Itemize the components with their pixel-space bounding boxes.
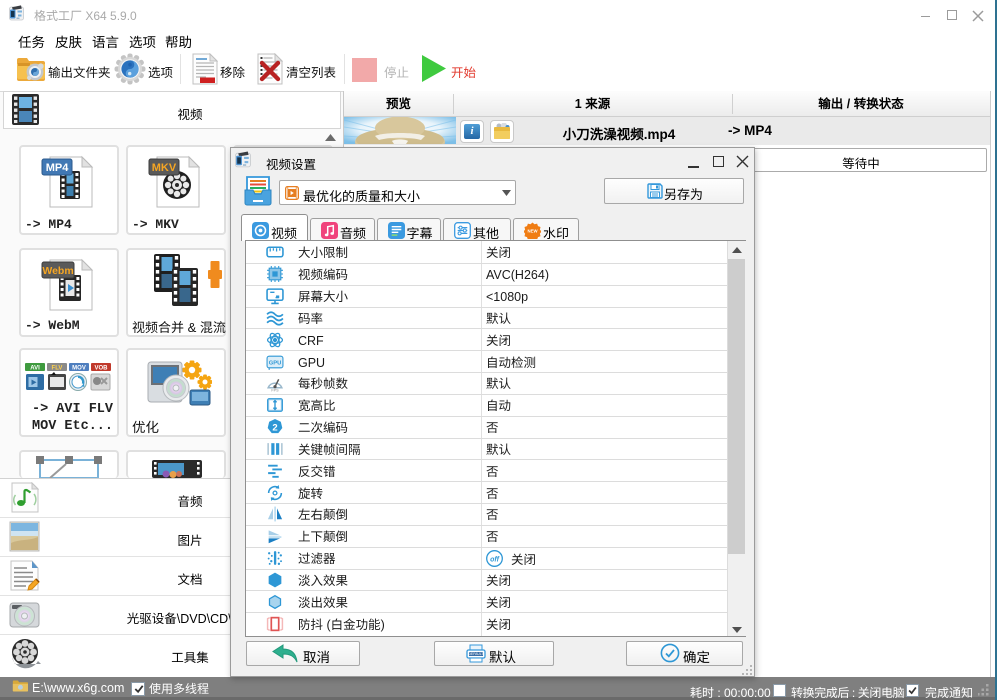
svg-text:FPS: FPS [271,389,279,393]
svg-text:MKV: MKV [152,162,177,174]
svg-text:GPU: GPU [269,360,282,366]
svg-text:DEFAULT: DEFAULT [468,652,483,656]
svg-text:NEW: NEW [527,228,538,233]
svg-text:2: 2 [272,423,277,434]
svg-text:MP4: MP4 [46,162,70,174]
svg-text:Webm: Webm [42,265,73,277]
svg-text:off: off [490,557,499,564]
svg-text:AVI: AVI [30,366,40,372]
svg-text:MOV: MOV [72,366,86,372]
svg-text:FLV: FLV [52,366,63,372]
svg-text:VOB: VOB [94,366,108,372]
